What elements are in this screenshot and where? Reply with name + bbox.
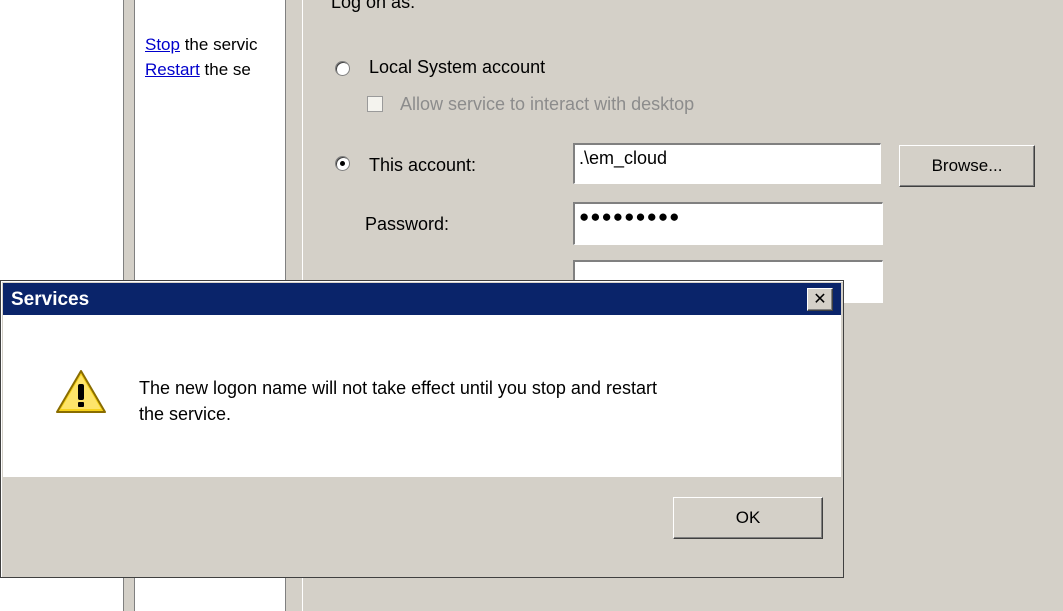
message-text: The new logon name will not take effect … bbox=[139, 375, 799, 427]
warning-icon bbox=[55, 369, 107, 415]
message-line-2: the service. bbox=[139, 404, 232, 424]
message-box-body: The new logon name will not take effect … bbox=[3, 315, 841, 477]
local-system-radio[interactable] bbox=[335, 61, 350, 76]
restart-task: Restart the se bbox=[145, 58, 251, 82]
stop-service-link[interactable]: Stop bbox=[145, 35, 180, 54]
password-label: Password: bbox=[365, 214, 450, 234]
interact-desktop-label: Allow service to interact with desktop bbox=[400, 94, 695, 114]
services-message-box: Services ✕ The new logon name will not t… bbox=[0, 280, 844, 578]
restart-task-text: the se bbox=[199, 60, 251, 79]
password-input[interactable]: ●●●●●●●●● bbox=[573, 202, 883, 245]
radio-selected-dot bbox=[340, 161, 345, 166]
account-name-input[interactable]: .\em_cloud bbox=[573, 143, 881, 184]
stop-task: Stop the servic bbox=[145, 33, 257, 57]
this-account-radio[interactable] bbox=[335, 156, 350, 171]
close-icon: ✕ bbox=[813, 291, 827, 308]
browse-button[interactable]: Browse... bbox=[899, 145, 1035, 187]
close-button[interactable]: ✕ bbox=[807, 288, 833, 311]
logon-heading: Log on as: bbox=[331, 0, 416, 12]
restart-service-link[interactable]: Restart bbox=[145, 60, 200, 79]
local-system-label[interactable]: Local System account bbox=[369, 57, 545, 78]
this-account-label[interactable]: This account: bbox=[369, 155, 476, 176]
stop-task-text: the servic bbox=[179, 35, 258, 54]
message-line-1: The new logon name will not take effect … bbox=[139, 378, 657, 398]
message-box-title-bar[interactable]: Services ✕ bbox=[3, 283, 841, 315]
message-box-title: Services bbox=[11, 289, 90, 310]
interact-desktop-checkbox[interactable] bbox=[367, 96, 383, 112]
ok-button[interactable]: OK bbox=[673, 497, 823, 539]
